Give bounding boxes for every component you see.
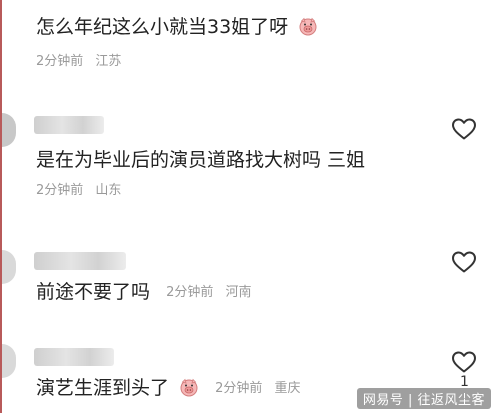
avatar[interactable] [2,113,16,147]
comment-meta: 2分钟前 江苏 [36,53,129,71]
comment-time: 2分钟前 [166,284,214,300]
comment-time: 2分钟前 [36,183,84,198]
comment-time: 2分钟前 [215,380,263,396]
watermark: 网易号 | 往返风尘客 [356,388,491,409]
heart-outline-icon[interactable] [451,117,477,141]
comment-location: 重庆 [274,380,301,396]
username-blurred[interactable] [34,252,126,270]
comment-location: 江苏 [95,54,122,69]
comment-text: 前途不要了吗 [36,281,151,303]
avatar[interactable] [2,344,16,378]
comment-time: 2分钟前 [36,54,84,69]
pig-face-emoji-icon [299,17,317,36]
comment-location: 山东 [95,183,122,198]
comment-text: 是在为毕业后的演员道路找大树吗 三姐 [36,149,366,171]
username-blurred[interactable] [34,116,104,134]
comment-text: 怎么年纪这么小就当33姐了呀 [36,16,289,38]
comment-meta: 2分钟前 山东 [36,182,129,200]
comment-meta: 2分钟前 河南 [166,285,259,300]
heart-outline-icon[interactable] [451,250,477,274]
username-blurred[interactable] [34,348,114,366]
heart-outline-icon[interactable] [451,350,477,374]
comment-location: 河南 [225,284,252,300]
comment-item: 怎么年纪这么小就当33姐了呀 2分钟前 江苏 [0,0,499,90]
avatar[interactable] [2,250,16,284]
comment-text-row: 前途不要了吗 2分钟前 河南 [36,280,260,305]
comment-text-row: 怎么年纪这么小就当33姐了呀 [36,15,318,39]
comment-meta: 2分钟前 重庆 [215,381,308,396]
comment-text-row: 演艺生涯到头了 2分钟前 重庆 [36,376,309,401]
comment-item: 是在为毕业后的演员道路找大树吗 三姐 2分钟前 山东 [0,100,499,210]
comment-text: 演艺生涯到头了 [36,377,170,399]
comment-item: 前途不要了吗 2分钟前 河南 [0,238,499,318]
pig-face-emoji-icon [180,378,198,397]
